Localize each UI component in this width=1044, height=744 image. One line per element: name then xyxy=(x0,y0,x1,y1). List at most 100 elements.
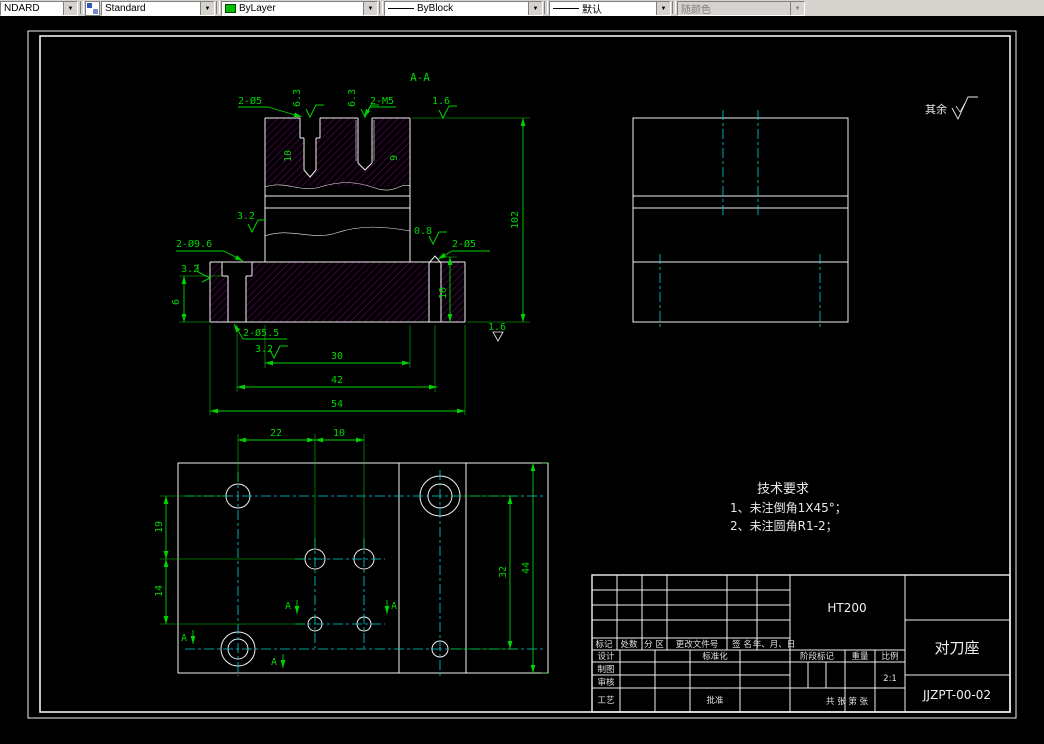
dim-44: 44 xyxy=(521,562,532,574)
role-standardize: 标准化 xyxy=(702,651,728,662)
color-combo[interactable]: ByLayer ▼ xyxy=(221,1,378,16)
linetype-combo[interactable]: ByBlock ▼ xyxy=(384,1,543,16)
label-2xd96: 2-Ø9.6 xyxy=(176,238,212,250)
roughness-16-bottom: 1.6 xyxy=(488,322,506,333)
field-weight: 重量 xyxy=(851,651,869,662)
extension-lines xyxy=(160,434,548,674)
text-style-icon[interactable] xyxy=(85,1,100,16)
dim-32: 32 xyxy=(498,566,509,578)
dim-10: 10 xyxy=(438,287,449,299)
plot-style-dropdown-arrow: ▼ xyxy=(790,2,804,15)
field-stage-mark: 阶段标记 xyxy=(800,651,835,662)
label-2xd5-right: 2-Ø5 xyxy=(452,238,476,250)
properties-toolbar: NDARD ▼ Standard ▼ ByLayer ▼ ByBlock ▼ 默… xyxy=(0,0,1044,17)
lineweight-glyph xyxy=(553,8,579,9)
middle-outline xyxy=(264,196,411,262)
text-style-combo[interactable]: Standard ▼ xyxy=(101,1,215,16)
scale-value: 2:1 xyxy=(883,674,897,684)
icon-pixel xyxy=(87,3,92,8)
lineweight-dropdown-arrow[interactable]: ▼ xyxy=(656,2,670,15)
section-letter: A xyxy=(181,633,187,644)
role-draft: 制图 xyxy=(597,664,614,675)
dim-6: 6 xyxy=(171,299,182,305)
role-approve: 批准 xyxy=(706,695,724,706)
toolbar-separator xyxy=(672,1,676,14)
toolbar-separator xyxy=(379,1,383,14)
header-date: 年、月、日 xyxy=(753,639,796,650)
role-design: 设计 xyxy=(597,651,615,662)
role-check: 审核 xyxy=(597,677,615,688)
dim-54: 54 xyxy=(331,399,343,410)
dim-102: 102 xyxy=(510,211,521,229)
roughness-63a: 6.3 xyxy=(292,89,303,107)
roughness-icon xyxy=(197,263,211,283)
label-2xd5-top: 2-Ø5 xyxy=(238,95,262,107)
tech-req-title: 技术要求 xyxy=(757,482,809,497)
tech-req-item-1: 1、未注倒角1X45°； xyxy=(730,500,847,515)
color-dropdown-arrow[interactable]: ▼ xyxy=(363,2,377,15)
plot-style-value: 随颜色 xyxy=(681,5,711,16)
dim-42: 42 xyxy=(331,375,343,386)
header-zone: 分 区 xyxy=(644,640,664,650)
icon-pixel xyxy=(93,9,98,14)
roughness-63b: 6.3 xyxy=(347,89,358,107)
roughness-default-icon xyxy=(951,96,978,121)
linetype-glyph xyxy=(388,8,414,9)
surface-finish-note: 其余 xyxy=(925,96,978,121)
surface-note-label: 其余 xyxy=(925,102,947,116)
field-scale: 比例 xyxy=(881,651,898,662)
dim-style-dropdown-arrow[interactable]: ▼ xyxy=(63,2,77,15)
color-value: ByLayer xyxy=(239,3,276,14)
section-letter: A xyxy=(271,657,277,668)
toolbar-separator xyxy=(216,1,220,14)
color-swatch-green xyxy=(225,4,236,13)
lineweight-combo[interactable]: 默认 ▼ xyxy=(549,1,671,16)
plan-inner-edges xyxy=(398,463,467,673)
side-view-outline xyxy=(632,117,849,323)
plan-view-dimensions: 22 10 19 14 32 44 A A A A xyxy=(154,428,548,674)
section-letter: A xyxy=(391,601,397,612)
side-view xyxy=(632,110,849,330)
header-mark: 标记 xyxy=(595,639,613,650)
roughness-32-bottom: 3.2 xyxy=(255,344,273,355)
material-value: HT200 xyxy=(827,601,866,615)
roughness-08: 0.8 xyxy=(414,226,432,237)
linetype-value: ByBlock xyxy=(417,3,454,14)
tech-req-item-2: 2、未注圆角R1-2； xyxy=(730,518,838,533)
section-label-aa: A-A xyxy=(410,71,430,84)
technical-requirements: 技术要求 1、未注倒角1X45°； 2、未注圆角R1-2； xyxy=(730,482,847,533)
roughness-icon xyxy=(305,104,325,118)
leader-2xd96 xyxy=(223,250,244,262)
field-sheets: 共 张 第 张 xyxy=(826,696,869,707)
section-letter: A xyxy=(285,601,291,612)
dim-thread-depth: 9 xyxy=(389,155,400,161)
roughness-32-left: 3.2 xyxy=(181,264,199,275)
linetype-dropdown-arrow[interactable]: ▼ xyxy=(528,2,542,15)
dim-30: 30 xyxy=(331,351,343,362)
text-style-value: Standard xyxy=(105,3,146,14)
dim-cbore-depth: 10 xyxy=(283,150,294,162)
header-signature: 签 名 xyxy=(732,639,752,650)
roughness-16-top: 1.6 xyxy=(432,96,450,107)
header-change-file: 更改文件号 xyxy=(676,639,719,650)
toolbar-separator xyxy=(80,1,84,14)
label-2xd55: 2-Ø5.5 xyxy=(243,327,279,339)
toolbar-separator xyxy=(544,1,548,14)
finish-triangle-icon xyxy=(492,331,504,342)
drawing-canvas[interactable]: 102 30 42 54 6 10 10 9 2-Ø5 2-M5 2-Ø9.6 … xyxy=(0,16,1044,739)
leader-2xd5-top xyxy=(267,106,303,118)
plot-style-combo: 随颜色 ▼ xyxy=(677,1,805,16)
drawing-number: JJZPT-00-02 xyxy=(922,688,991,702)
text-style-dropdown-arrow[interactable]: ▼ xyxy=(200,2,214,15)
dim-style-combo[interactable]: NDARD ▼ xyxy=(0,1,78,16)
title-block: 标记 处数 分 区 更改文件号 签 名 年、月、日 设计 制图 审核 工艺 标准… xyxy=(591,574,1011,713)
plan-view xyxy=(177,462,549,676)
leader-2xd55 xyxy=(233,323,244,340)
side-view-centerlines xyxy=(659,110,821,330)
dim-14: 14 xyxy=(154,585,165,597)
dim-style-value: NDARD xyxy=(4,3,40,14)
drawing-frame xyxy=(27,30,1017,719)
part-name: 对刀座 xyxy=(934,639,979,657)
cad-drawing: 102 30 42 54 6 10 10 9 2-Ø5 2-M5 2-Ø9.6 … xyxy=(27,30,1017,719)
header-count: 处数 xyxy=(620,639,638,650)
